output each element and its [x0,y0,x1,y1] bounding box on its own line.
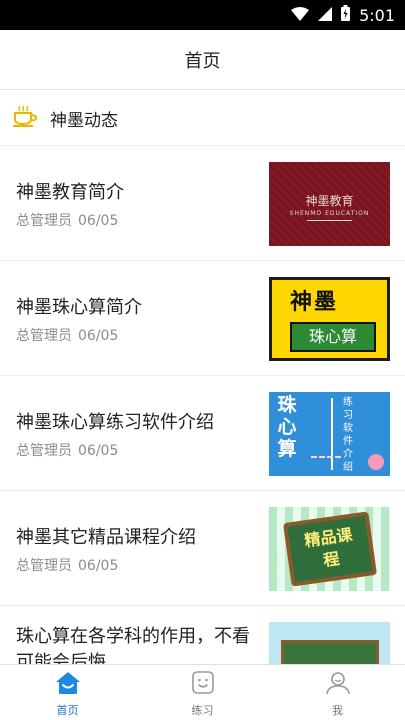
title-bar: 首页 [0,30,405,90]
news-thumbnail [269,622,390,664]
news-author: 总管理员 [16,558,72,574]
news-title: 神墨珠心算练习软件介绍 [16,412,214,433]
news-date: 06/05 [78,558,119,574]
thumb-subtitle: SHENMO EDUCATION [289,210,370,217]
wifi-icon [291,6,310,25]
signal-icon [318,6,333,25]
news-date: 06/05 [78,328,119,344]
tab-practice[interactable]: 练习 [135,665,270,720]
news-thumbnail: 神墨教育 SHENMO EDUCATION [269,162,390,246]
thumb-label: 珠心算 [290,322,376,352]
news-item[interactable]: 珠心算在各学科的作用，不看可能会后悔 [0,606,405,664]
cup-icon [12,105,38,131]
news-meta: 总管理员 06/05 [16,555,118,575]
tab-me[interactable]: 我 [270,665,405,720]
news-list: 神墨教育简介 总管理员 06/05 神墨教育 SHENMO EDUCATION 神… [0,146,405,664]
thumb-title: 珠心算 [277,394,297,460]
news-item[interactable]: 神墨珠心算简介 总管理员 06/05 神墨 珠心算 [0,261,405,376]
section-title: 神墨动态 [50,110,118,131]
home-icon [55,671,81,699]
status-icons: 5:01 [291,5,395,25]
news-thumbnail: 精品课程 [269,507,390,591]
news-thumbnail: 珠心算 练习软件介绍 [269,392,390,476]
news-date: 06/05 [78,443,119,459]
news-title: 珠心算在各学科的作用，不看可能会后悔 [16,626,250,664]
thumb-subtitle: 练习软件介绍 [343,397,353,473]
bottom-tab-bar: 首页 练习 我 [0,664,405,720]
page-title: 首页 [184,50,221,72]
practice-icon [190,671,216,699]
news-item[interactable]: 神墨其它精品课程介绍 总管理员 06/05 精品课程 [0,491,405,606]
status-time: 5:01 [359,5,395,25]
section-header: 神墨动态 [0,91,405,146]
tab-label: 练习 [191,704,214,717]
chalkboard [281,640,379,664]
battery-icon [341,5,351,25]
news-meta: 总管理员 06/05 [16,210,118,230]
news-item[interactable]: 神墨珠心算练习软件介绍 总管理员 06/05 珠心算 练习软件介绍 [0,376,405,491]
news-date: 06/05 [78,213,119,229]
news-title: 神墨教育简介 [16,182,124,203]
news-meta: 总管理员 06/05 [16,440,118,460]
thumb-title: 精品课程 [303,524,354,570]
news-author: 总管理员 [16,443,72,459]
status-bar: 5:01 [0,0,405,30]
tab-home[interactable]: 首页 [0,665,135,720]
thumb-title: 神墨 [290,290,339,315]
news-title: 神墨其它精品课程介绍 [16,527,196,548]
news-thumbnail: 神墨 珠心算 [269,277,390,361]
news-author: 总管理员 [16,213,72,229]
news-title: 神墨珠心算简介 [16,297,142,318]
chalkboard: 精品课程 [282,511,378,587]
thumb-title: 神墨教育 [305,194,354,208]
news-meta: 总管理员 06/05 [16,325,118,345]
news-item[interactable]: 神墨教育简介 总管理员 06/05 神墨教育 SHENMO EDUCATION [0,146,405,261]
profile-icon [325,671,351,699]
tab-label: 首页 [56,704,79,717]
news-author: 总管理员 [16,328,72,344]
tab-label: 我 [332,704,343,717]
